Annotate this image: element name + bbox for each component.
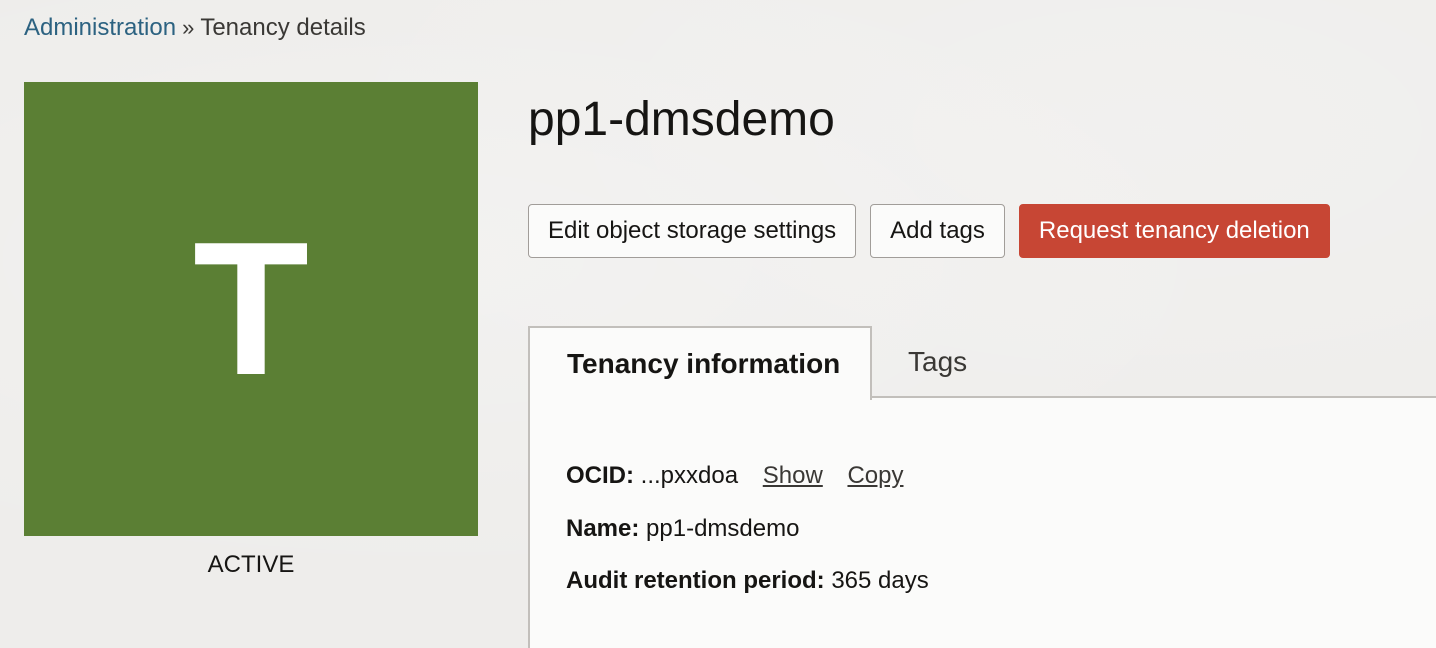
tenancy-avatar: T xyxy=(24,82,478,536)
ocid-value: ...pxxdoa xyxy=(640,462,739,489)
audit-retention-row: Audit retention period: 365 days xyxy=(566,567,929,595)
breadcrumb-current: Tenancy details xyxy=(200,14,366,41)
ocid-copy-link[interactable]: Copy xyxy=(847,462,903,489)
tenancy-details-page: Administration» Tenancy details T ACTIVE … xyxy=(0,0,1436,648)
name-row: Name: pp1-dmsdemo xyxy=(566,515,799,543)
tenancy-information-panel: OCID: ...pxxdoa Show Copy Name: pp1-dmsd… xyxy=(528,398,1436,648)
ocid-show-link[interactable]: Show xyxy=(763,462,823,489)
breadcrumb-separator: » xyxy=(182,15,195,40)
status-label: ACTIVE xyxy=(207,551,295,578)
tab-tags[interactable]: Tags xyxy=(908,326,967,398)
page-title: pp1-dmsdemo xyxy=(528,93,835,146)
tab-bar: Tenancy information Tags xyxy=(528,326,1436,400)
ocid-row: OCID: ...pxxdoa Show Copy xyxy=(566,462,904,490)
ocid-label: OCID: xyxy=(566,462,634,489)
audit-retention-value: 365 days xyxy=(831,567,929,594)
tab-tenancy-information[interactable]: Tenancy information xyxy=(528,326,872,400)
name-label: Name: xyxy=(566,515,640,542)
avatar-letter: T xyxy=(192,203,310,415)
audit-retention-label: Audit retention period: xyxy=(566,567,825,594)
action-buttons: Edit object storage settings Add tags Re… xyxy=(528,204,1330,258)
name-value: pp1-dmsdemo xyxy=(646,515,800,542)
edit-object-storage-settings-button[interactable]: Edit object storage settings xyxy=(528,204,857,258)
breadcrumb-administration-link[interactable]: Administration xyxy=(24,14,176,41)
request-tenancy-deletion-button[interactable]: Request tenancy deletion xyxy=(1018,204,1330,258)
details-tabs: Tenancy information Tags OCID: ...pxxdoa… xyxy=(528,326,1436,648)
breadcrumb: Administration» Tenancy details xyxy=(24,14,366,42)
add-tags-button[interactable]: Add tags xyxy=(870,204,1005,258)
